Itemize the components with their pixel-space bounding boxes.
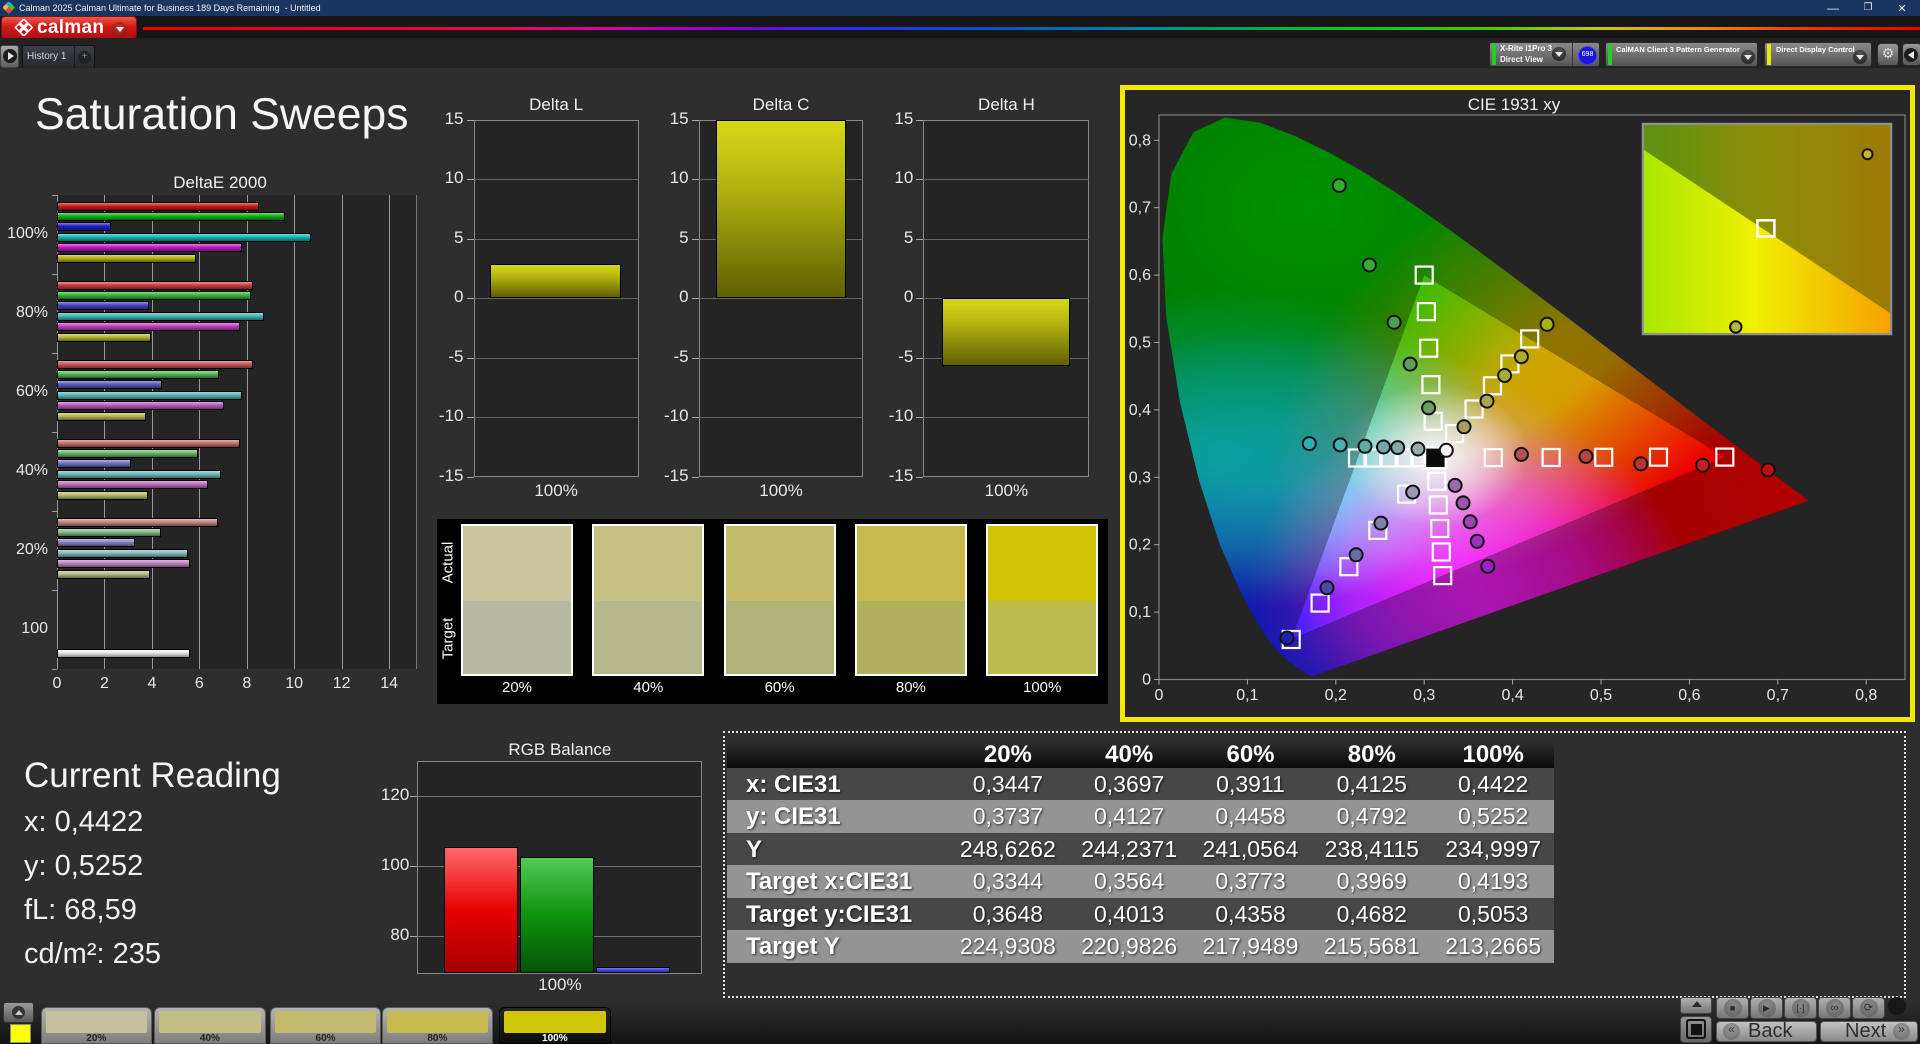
svg-text:0,6: 0,6 xyxy=(1129,267,1151,284)
svg-text:CIE 1931 xy: CIE 1931 xy xyxy=(1468,95,1561,114)
svg-text:0: 0 xyxy=(1142,672,1151,689)
svg-text:0,5: 0,5 xyxy=(1129,335,1151,352)
svg-text:0,6: 0,6 xyxy=(1678,687,1700,704)
svg-text:0,1: 0,1 xyxy=(1129,604,1151,621)
svg-text:0,4: 0,4 xyxy=(1129,402,1151,419)
svg-text:0,4: 0,4 xyxy=(1501,687,1523,704)
svg-text:0,3: 0,3 xyxy=(1413,687,1435,704)
svg-text:0,1: 0,1 xyxy=(1236,687,1258,704)
svg-text:0,2: 0,2 xyxy=(1325,687,1347,704)
svg-text:0,7: 0,7 xyxy=(1767,687,1789,704)
svg-text:0,5: 0,5 xyxy=(1590,687,1612,704)
svg-text:0,2: 0,2 xyxy=(1129,537,1151,554)
svg-text:0,3: 0,3 xyxy=(1129,469,1151,486)
svg-text:0,7: 0,7 xyxy=(1129,200,1151,217)
svg-text:0,8: 0,8 xyxy=(1129,132,1151,149)
svg-text:0,8: 0,8 xyxy=(1855,687,1877,704)
svg-text:0: 0 xyxy=(1155,687,1164,704)
